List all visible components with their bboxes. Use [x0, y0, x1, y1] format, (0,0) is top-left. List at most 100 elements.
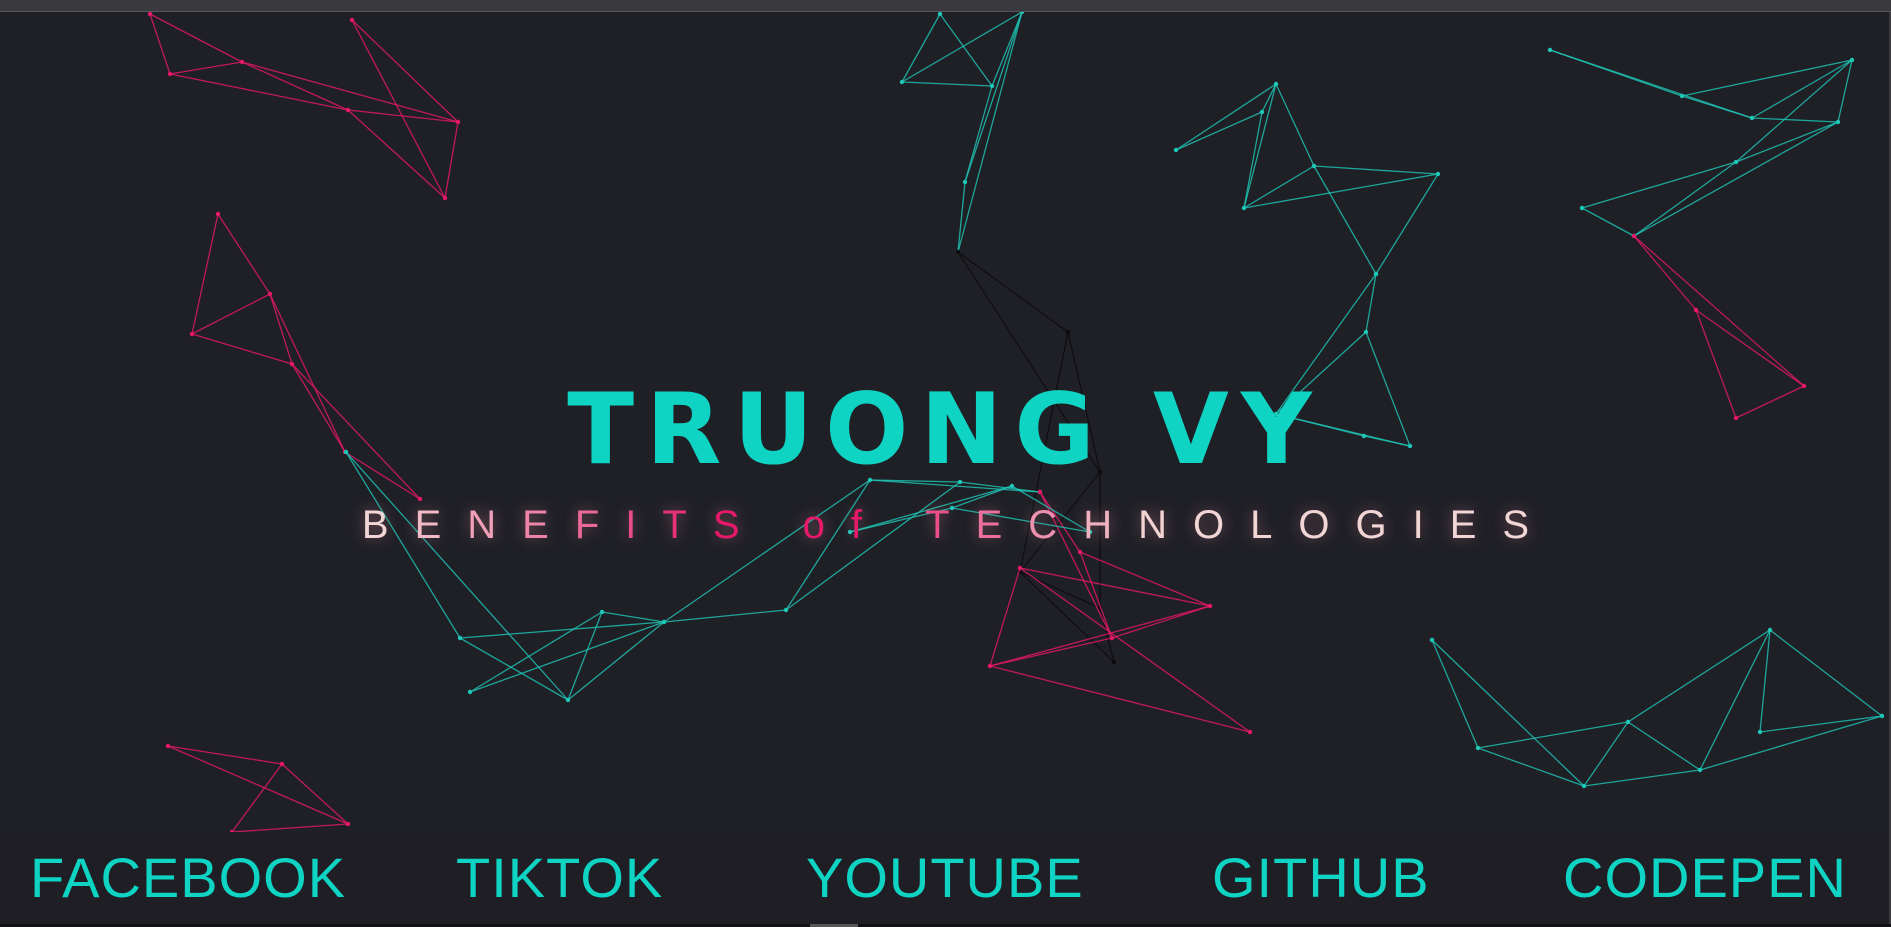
network-edge	[1583, 721, 1629, 787]
network-edge	[1313, 165, 1439, 175]
network-edge	[1681, 59, 1853, 97]
network-node	[1247, 729, 1253, 735]
network-node	[1109, 635, 1115, 641]
network-node	[1733, 159, 1739, 165]
network-edge	[1633, 121, 1839, 237]
subtitle-letter: T	[925, 503, 976, 547]
subtitle-letter: L	[1250, 503, 1299, 547]
network-node	[147, 12, 153, 17]
network-edge	[989, 665, 1251, 733]
network-edge	[1759, 715, 1883, 733]
subtitle-letter: N	[1138, 503, 1193, 547]
subtitle-letter: S	[712, 503, 766, 547]
network-node	[467, 689, 473, 695]
network-edge	[241, 61, 349, 111]
subtitle-letter: H	[1083, 503, 1139, 547]
network-node	[457, 635, 463, 641]
network-node	[1625, 719, 1631, 725]
network-node	[345, 107, 351, 113]
network-edge	[1365, 273, 1377, 333]
network-node	[345, 821, 351, 827]
network-node	[1363, 329, 1369, 335]
network-node	[1019, 12, 1025, 15]
network-node	[215, 211, 221, 217]
nav-link-tiktok[interactable]: TIKTOK	[456, 843, 663, 913]
network-edge	[1735, 121, 1839, 163]
network-node	[189, 331, 195, 337]
subtitle-letter: G	[1355, 503, 1413, 547]
network-node	[289, 361, 295, 367]
network-edge	[347, 109, 446, 199]
network-edge	[1751, 59, 1853, 119]
network-node	[565, 697, 571, 703]
network-node	[279, 761, 285, 767]
network-edge	[231, 763, 283, 832]
network-edge	[1699, 715, 1883, 771]
network-edge	[1581, 161, 1737, 209]
network-node	[1849, 57, 1855, 63]
nav-link-facebook[interactable]: FACEBOOK	[30, 843, 346, 913]
network-edge	[663, 609, 787, 623]
network-edge	[601, 611, 665, 623]
network-node	[1373, 271, 1379, 277]
network-node	[1547, 47, 1553, 53]
subtitle-letter: B	[361, 503, 415, 547]
network-node	[661, 619, 667, 625]
network-edge	[1583, 769, 1701, 787]
network-edge	[231, 823, 349, 832]
network-node	[1173, 147, 1179, 153]
network-node	[1693, 307, 1699, 313]
network-edge	[989, 637, 1113, 667]
network-edge	[1627, 629, 1771, 723]
network-edge	[167, 745, 349, 825]
nav-link-codepen[interactable]: CODEPEN	[1563, 843, 1847, 913]
subtitle-letter: E	[975, 503, 1029, 547]
network-edge	[989, 567, 1021, 667]
network-node	[1475, 745, 1481, 751]
network-edge	[281, 763, 349, 825]
network-node	[1311, 163, 1317, 169]
network-edge	[1633, 235, 1805, 387]
subtitle-letter	[888, 503, 925, 547]
nav-link-youtube[interactable]: YOUTUBE	[806, 843, 1084, 913]
subtitle-letter: o	[802, 503, 851, 547]
network-edge	[1275, 83, 1315, 167]
network-node	[899, 79, 905, 85]
network-edge	[1759, 629, 1771, 733]
network-edge	[459, 637, 569, 701]
network-node	[989, 83, 995, 89]
network-edge	[1175, 111, 1263, 151]
subtitle-letter: T	[662, 503, 713, 547]
network-node	[1579, 205, 1585, 211]
subtitle-letter: E	[414, 503, 468, 547]
network-node	[599, 609, 605, 615]
network-node	[937, 12, 943, 17]
network-edge	[1581, 207, 1635, 237]
nav-link-github[interactable]: GITHUB	[1212, 843, 1430, 913]
network-node	[955, 249, 961, 255]
network-node	[1631, 233, 1637, 239]
browser-top-bar	[0, 0, 1891, 12]
network-edge	[1477, 721, 1629, 749]
network-edge	[1633, 161, 1737, 237]
subtitle-letter: S	[1502, 503, 1556, 547]
network-edge	[957, 251, 1069, 333]
network-edge	[169, 73, 349, 111]
network-node	[1259, 109, 1265, 115]
network-node	[167, 71, 173, 77]
network-edge	[964, 12, 1023, 183]
subtitle-letter: O	[1192, 503, 1251, 547]
network-edge	[1633, 235, 1697, 311]
network-edge	[964, 85, 993, 183]
network-edge	[1627, 721, 1701, 771]
network-edge	[1837, 59, 1853, 123]
network-node	[1111, 659, 1117, 665]
network-node	[1207, 603, 1213, 609]
network-node	[267, 291, 273, 297]
network-edge	[1769, 629, 1883, 717]
network-node	[165, 743, 171, 749]
network-node	[1017, 565, 1023, 571]
network-edge	[169, 61, 243, 75]
subtitle-letter: O	[1298, 503, 1356, 547]
network-edge	[901, 81, 993, 87]
